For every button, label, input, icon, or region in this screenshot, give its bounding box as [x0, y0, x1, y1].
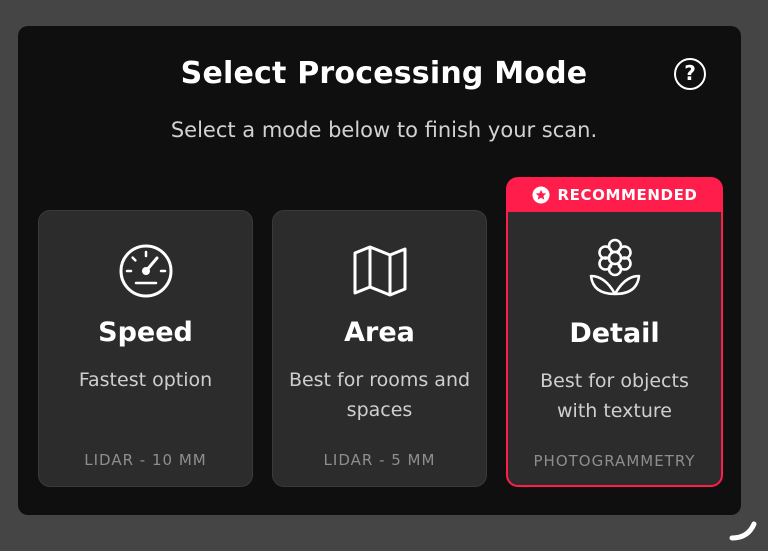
mode-name: Detail [569, 318, 660, 349]
mode-card-area[interactable]: Area Best for rooms and spaces LIDAR - 5… [272, 210, 487, 487]
mode-name: Speed [98, 317, 193, 348]
mode-description: Fastest option [78, 369, 213, 391]
mode-technique: PHOTOGRAMMETRY [533, 452, 696, 470]
dialog-subtitle: Select a mode below to finish your scan. [170, 118, 598, 142]
mode-technique: LIDAR - 5 MM [323, 451, 436, 469]
resize-handle-icon[interactable] [726, 510, 760, 544]
dialog-title: Select Processing Mode [180, 56, 588, 91]
flower-icon [589, 238, 640, 296]
help-button[interactable]: ? [674, 58, 706, 90]
mode-card-detail[interactable]: Detail Best for objects with texture PHO… [506, 212, 723, 487]
speedometer-icon [119, 244, 172, 298]
mode-description: Best for objects with texture [540, 370, 689, 422]
mode-name: Area [344, 317, 415, 348]
mode-description: Best for rooms and spaces [288, 369, 471, 421]
badge-label: RECOMMENDED [557, 185, 698, 204]
map-icon [353, 245, 406, 297]
recommended-badge: RECOMMENDED [506, 177, 723, 212]
mode-card-speed[interactable]: Speed Fastest option LIDAR - 10 MM [38, 210, 253, 487]
star-icon [531, 185, 550, 204]
mode-technique: LIDAR - 10 MM [84, 451, 207, 469]
help-icon: ? [684, 61, 696, 85]
